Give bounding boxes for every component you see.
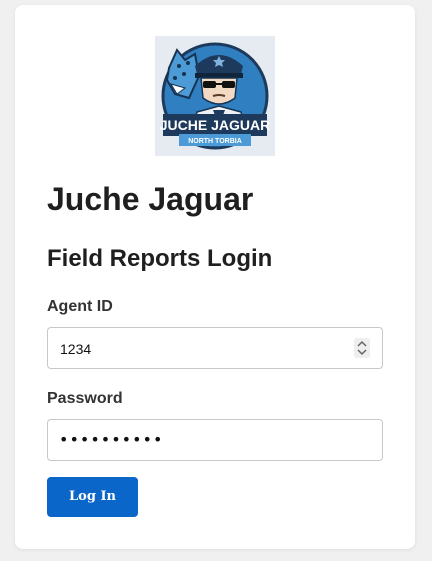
password-input[interactable]: •••••••••• (47, 419, 383, 461)
logo-subtitle-text: NORTH TORBIA (188, 138, 242, 145)
logo-name-text: JUCHE JAGUAR (160, 117, 270, 133)
login-button[interactable]: Log In (47, 477, 138, 517)
app-title: Juche Jaguar (47, 181, 254, 217)
number-spinner[interactable] (354, 338, 370, 358)
spinner-down-icon (357, 349, 367, 356)
password-label: Password (47, 390, 123, 407)
agent-id-input[interactable]: 1234 (47, 327, 383, 369)
juche-jaguar-logo: JUCHE JAGUAR NORTH TORBIA (155, 36, 275, 156)
login-card: JUCHE JAGUAR NORTH TORBIA Juche Jaguar F… (15, 5, 415, 549)
agent-id-label: Agent ID (47, 298, 113, 315)
spinner-up-icon (357, 340, 367, 347)
form-heading: Field Reports Login (47, 245, 273, 272)
password-masked-value: •••••••••• (59, 430, 164, 449)
agent-id-value: 1234 (60, 341, 92, 357)
